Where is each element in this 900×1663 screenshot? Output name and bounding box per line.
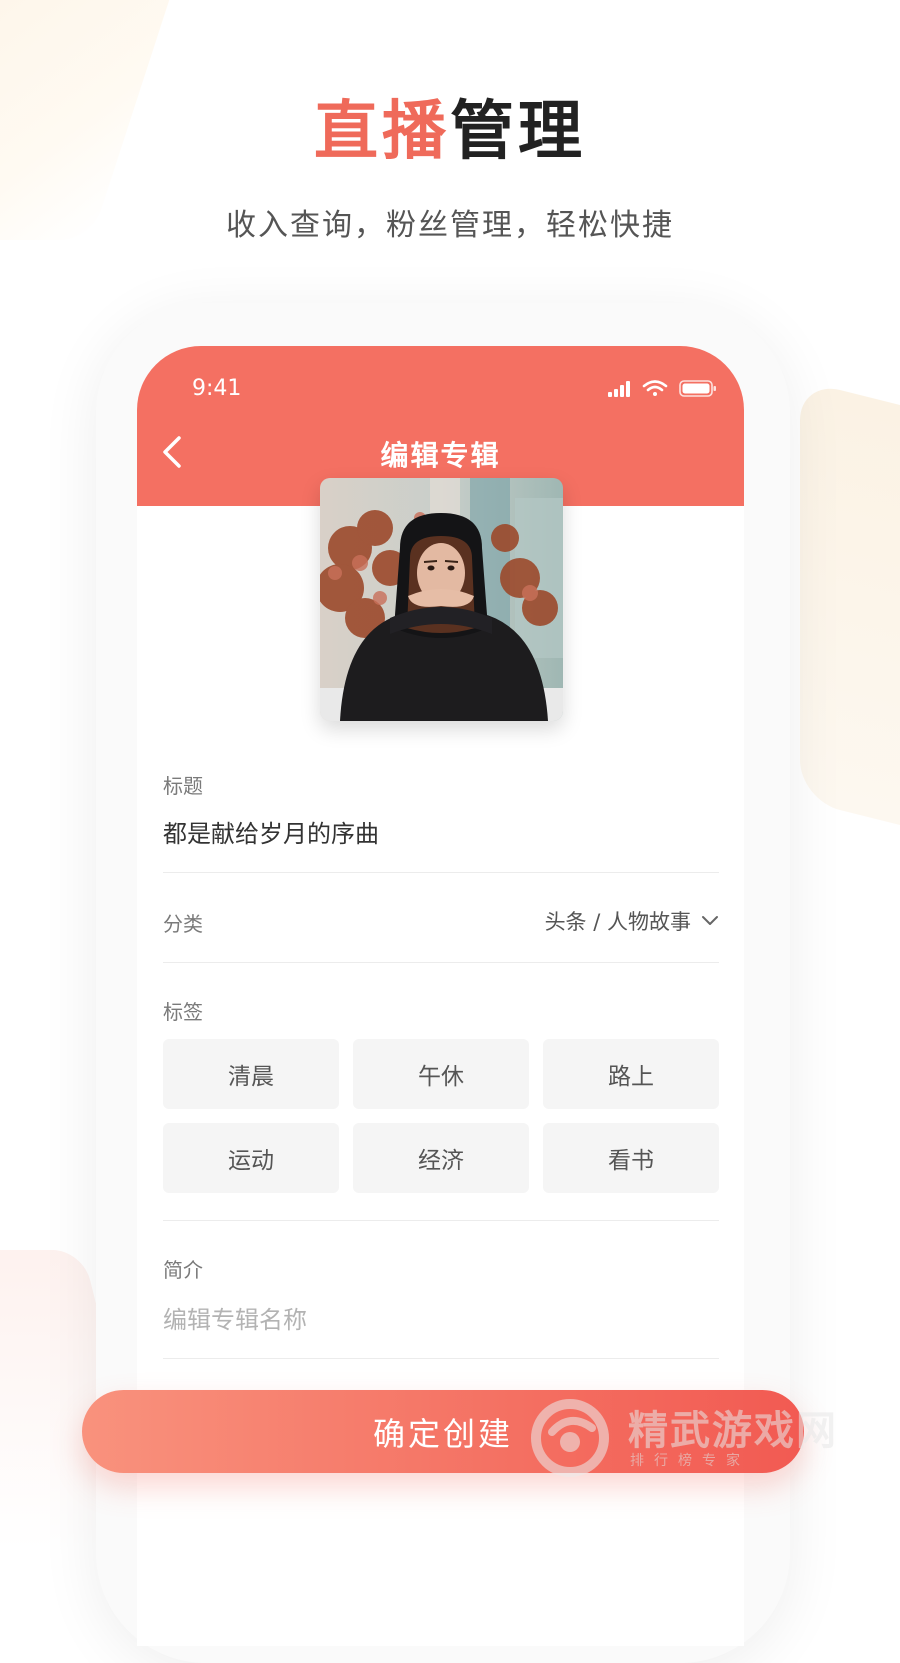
watermark-logo	[531, 1399, 609, 1477]
album-cover-photo	[320, 478, 563, 721]
background-decoration	[800, 380, 900, 840]
title-label: 标题	[163, 774, 203, 798]
hero-title-accent: 直播	[314, 94, 450, 169]
divider	[163, 872, 719, 873]
nav-title: 编辑专辑	[380, 439, 501, 472]
battery-icon	[679, 380, 716, 397]
hero-title: 直播管理	[0, 92, 900, 172]
intro-label: 简介	[163, 1258, 203, 1282]
album-cover[interactable]	[320, 478, 563, 721]
tags-label: 标签	[163, 1000, 203, 1024]
status-icons	[608, 380, 716, 397]
hero-subtitle: 收入查询，粉丝管理，轻松快捷	[226, 208, 674, 243]
tag-chip[interactable]: 看书	[543, 1123, 719, 1193]
watermark: 精武游戏网 排行榜专家	[522, 1392, 862, 1478]
chevron-down-icon	[702, 916, 718, 925]
category-value: 头条 / 人物故事	[544, 910, 691, 934]
tag-chip[interactable]: 路上	[543, 1039, 719, 1109]
status-time: 9:41	[192, 376, 242, 401]
tag-chip[interactable]: 经济	[353, 1123, 529, 1193]
tag-chip[interactable]: 运动	[163, 1123, 339, 1193]
wifi-icon	[642, 380, 668, 396]
divider	[163, 1358, 719, 1359]
title-input[interactable]: 都是献给岁月的序曲	[163, 814, 379, 849]
hero-title-rest: 管理	[450, 94, 586, 169]
tag-chip[interactable]: 清晨	[163, 1039, 339, 1109]
signal-icon	[608, 381, 630, 397]
watermark-tagline: 排行榜专家	[630, 1453, 750, 1469]
divider	[163, 962, 719, 963]
confirm-create-label: 确定创建	[372, 1414, 513, 1453]
tag-chip[interactable]: 午休	[353, 1039, 529, 1109]
intro-input[interactable]: 编辑专辑名称	[163, 1300, 307, 1335]
watermark-name: 精武游戏网	[628, 1408, 838, 1454]
category-label: 分类	[163, 912, 203, 936]
divider	[163, 1220, 719, 1221]
category-select[interactable]: 头条 / 人物故事	[545, 906, 719, 936]
